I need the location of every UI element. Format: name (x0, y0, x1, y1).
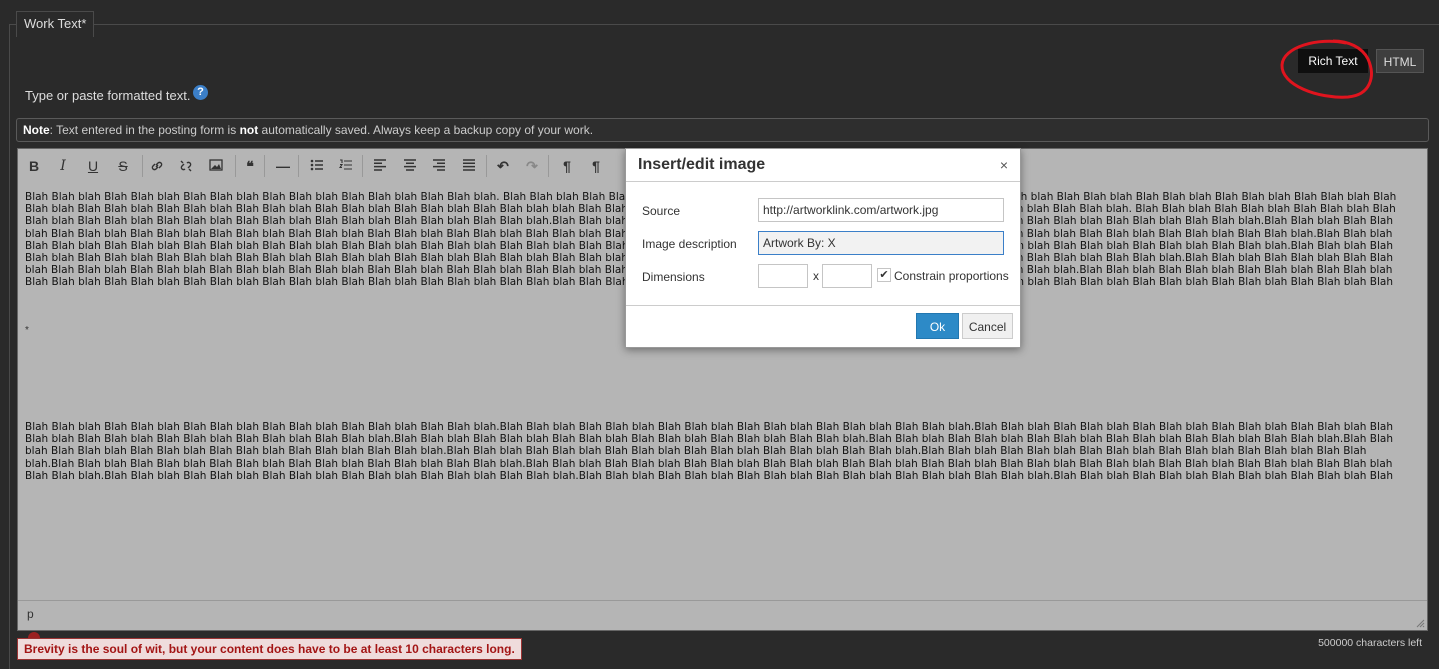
constrain-label: Constrain proportions (894, 269, 1009, 283)
height-input[interactable] (822, 264, 872, 288)
description-input[interactable] (758, 231, 1004, 255)
instructions-text: Type or paste formatted text. (25, 88, 191, 103)
characters-left: 500000 characters left (1318, 637, 1422, 649)
width-input[interactable] (758, 264, 808, 288)
autosave-note: Note: Text entered in the posting form i… (16, 118, 1429, 142)
source-label: Source (642, 204, 681, 218)
dimensions-label: Dimensions (642, 270, 705, 284)
insert-image-dialog: Insert/edit image × Source Image descrip… (625, 148, 1021, 348)
note-emphasis: not (239, 123, 259, 137)
strikethrough-icon[interactable]: S (111, 154, 135, 178)
ok-button[interactable]: Ok (916, 313, 959, 339)
align-justify-icon[interactable] (457, 154, 481, 178)
rtl-icon[interactable]: ¶ (584, 154, 608, 178)
horizontal-rule-icon[interactable]: — (271, 154, 295, 178)
description-label: Image description (642, 237, 737, 251)
numbered-list-icon[interactable] (334, 154, 358, 178)
constrain-checkbox[interactable]: ✔ (877, 268, 891, 282)
underline-icon[interactable]: U (81, 154, 105, 178)
italic-icon[interactable]: I (51, 154, 75, 178)
bullet-list-icon[interactable] (305, 154, 329, 178)
close-icon[interactable]: × (1000, 157, 1008, 173)
toolbar-separator (142, 155, 143, 177)
note-lead: Note (23, 123, 50, 137)
editor-statusbar: p (18, 600, 1427, 630)
note-text-b: automatically saved. Always keep a backu… (258, 123, 594, 137)
align-left-icon[interactable] (368, 154, 392, 178)
cancel-button[interactable]: Cancel (962, 313, 1013, 339)
redo-icon[interactable]: ↷ (520, 154, 544, 178)
editor-paragraph-marker[interactable]: * (25, 325, 29, 336)
dialog-header: Insert/edit image × (626, 149, 1020, 182)
element-path[interactable]: p (27, 607, 34, 621)
field-legend: Work Text* (16, 11, 95, 37)
help-icon[interactable]: ? (193, 85, 208, 100)
html-button[interactable]: HTML (1376, 49, 1424, 73)
editor-paragraph-2[interactable]: Blah Blah blah Blah Blah blah Blah Blah … (25, 421, 1417, 483)
toolbar-separator (548, 155, 549, 177)
toolbar-separator (235, 155, 236, 177)
undo-icon[interactable]: ↶ (491, 154, 515, 178)
toolbar-separator (486, 155, 487, 177)
validation-error: Brevity is the soul of wit, but your con… (17, 638, 522, 660)
dimensions-separator: x (813, 269, 819, 283)
rich-text-button[interactable]: Rich Text (1298, 49, 1368, 73)
align-right-icon[interactable] (427, 154, 451, 178)
resize-handle-icon[interactable] (1415, 618, 1425, 628)
toolbar-separator (362, 155, 363, 177)
image-icon[interactable] (204, 154, 228, 178)
ltr-icon[interactable]: ¶ (555, 154, 579, 178)
toolbar-separator (264, 155, 265, 177)
blockquote-icon[interactable]: ❝ (238, 154, 262, 178)
align-center-icon[interactable] (398, 154, 422, 178)
source-input[interactable] (758, 198, 1004, 222)
link-icon[interactable] (145, 154, 169, 178)
toolbar-separator (298, 155, 299, 177)
dialog-title: Insert/edit image (638, 156, 766, 173)
bold-icon[interactable]: B (22, 154, 46, 178)
dialog-footer-divider (626, 305, 1020, 306)
unlink-icon[interactable] (174, 154, 198, 178)
note-text-a: : Text entered in the posting form is (49, 123, 240, 137)
